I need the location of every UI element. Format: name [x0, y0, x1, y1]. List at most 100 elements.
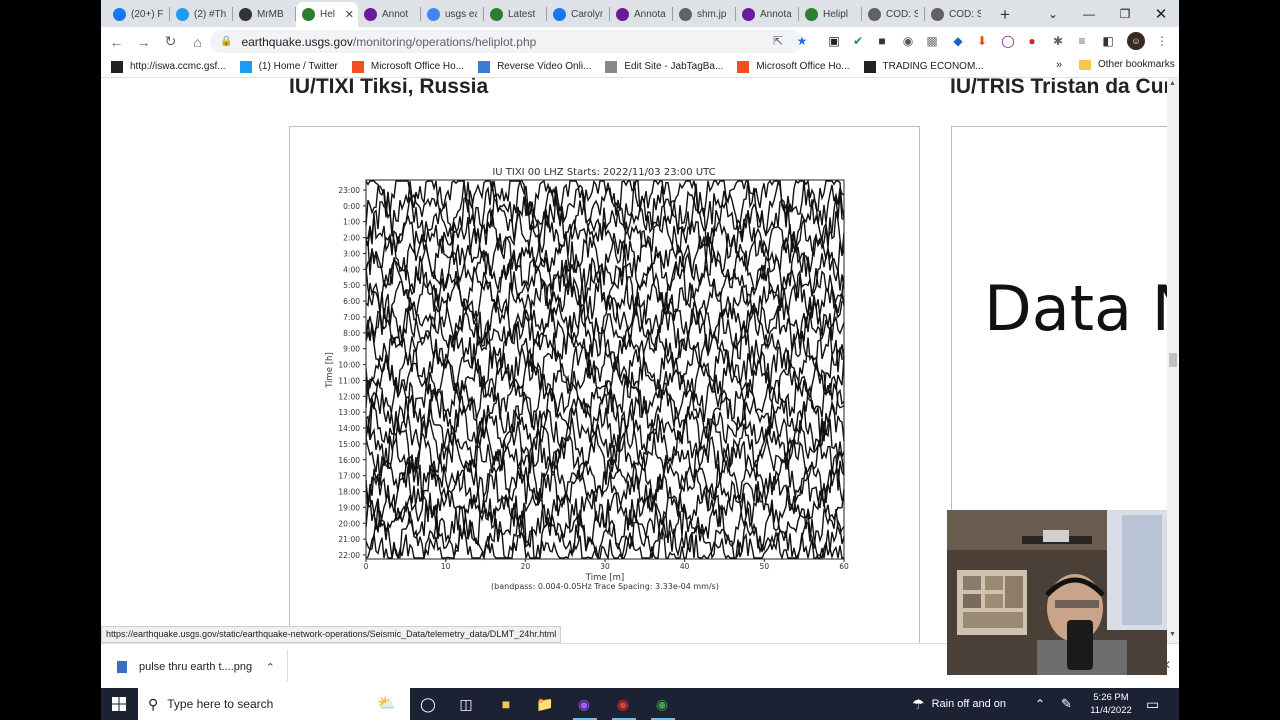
tab-3[interactable]: Hel ✕ — [296, 2, 358, 27]
bookmark-item[interactable]: Edit Site - JabTagBa... — [605, 60, 723, 73]
cortana-icon[interactable]: ◯ — [417, 693, 439, 715]
sticky-notes-icon[interactable]: ■ — [495, 693, 517, 715]
chrome-icon[interactable]: ◉ — [612, 693, 634, 715]
ext-blue-icon[interactable]: ◆ — [949, 32, 967, 50]
check-icon[interactable]: ✔ — [849, 32, 867, 50]
chrome-profile-icon[interactable]: ◉ — [651, 693, 673, 715]
tab-8[interactable]: Annota — [610, 2, 672, 27]
chart-title: IU TIXI 00 LHZ Starts: 2022/11/03 23:00 … — [492, 167, 715, 178]
download-ext-icon[interactable]: ⬇ — [973, 32, 991, 50]
bookmark-icon — [351, 60, 364, 73]
url-host: earthquake.usgs.gov — [241, 34, 353, 49]
tab-11[interactable]: Helipl — [799, 2, 861, 27]
seismic-traces — [365, 178, 845, 561]
bookmark-item[interactable]: (1) Home / Twitter — [239, 60, 338, 73]
download-item[interactable]: pulse thru earth t....png ⌃ — [111, 654, 287, 680]
close-tab-icon[interactable]: ✕ — [345, 8, 354, 21]
tab-13[interactable]: COD: S — [925, 2, 987, 27]
close-window-button[interactable]: ✕ — [1143, 0, 1179, 27]
y-tick-label: 0:00 — [343, 202, 360, 211]
clock-time: 5:26 PM — [1093, 692, 1129, 703]
bookmark-item[interactable]: Microsoft Office Ho... — [351, 60, 464, 73]
file-explorer-icon[interactable]: 📁 — [534, 693, 556, 715]
puzzle-icon[interactable]: ✱ — [1049, 32, 1067, 50]
bookmark-icon — [863, 60, 876, 73]
address-bar[interactable]: 🔒 earthquake.usgs.gov/monitoring/operati… — [210, 30, 802, 53]
bookmark-item[interactable]: TRADING ECONOM... — [863, 60, 984, 73]
rain-icon: ☂ — [912, 695, 925, 712]
start-button[interactable] — [101, 688, 137, 720]
bookmark-icon — [239, 60, 252, 73]
twitter-icon — [176, 8, 189, 21]
y-tick-label: 6:00 — [343, 297, 360, 306]
usgs-icon — [805, 8, 818, 21]
tab-6[interactable]: Latest — [484, 2, 546, 27]
tab-9[interactable]: shm.jp — [673, 2, 735, 27]
annotate-icon — [616, 8, 629, 21]
task-view-icon[interactable]: ◫ — [455, 693, 477, 715]
heliplot-tixi[interactable]: IU TIXI 00 LHZ Starts: 2022/11/03 23:00 … — [289, 126, 920, 643]
share-icon[interactable]: ⇱ — [769, 32, 787, 50]
y-tick-label: 18:00 — [338, 488, 360, 497]
pen-icon[interactable]: ✎ — [1061, 688, 1072, 720]
back-button[interactable]: ← — [104, 29, 129, 54]
taskbar-clock[interactable]: 5:26 PM 11/4/2022 — [1086, 691, 1136, 717]
menu-icon[interactable]: ⋮ — [1153, 32, 1171, 50]
tab-7[interactable]: Carolyn — [547, 2, 609, 27]
y-tick-label: 23:00 — [338, 186, 360, 195]
tab-label: Latest — [508, 9, 536, 20]
tab-12[interactable]: COD: S — [862, 2, 924, 27]
profile-avatar[interactable]: ☺ — [1127, 32, 1145, 50]
taskbar-search[interactable]: ⚲ Type here to search ⛅ — [138, 688, 410, 720]
bookmark-star-icon[interactable]: ★ — [793, 32, 811, 50]
usgs-icon — [302, 8, 315, 21]
tray-chevron-icon[interactable]: ⌃ — [1035, 688, 1045, 720]
side-panel-icon[interactable]: ◧ — [1099, 32, 1117, 50]
minimize-button[interactable]: — — [1071, 0, 1107, 27]
y-tick-label: 13:00 — [338, 408, 360, 417]
tab-10[interactable]: Annota — [736, 2, 798, 27]
tab-2[interactable]: MrMB — [233, 2, 295, 27]
bookmarks-overflow[interactable]: » — [1056, 59, 1062, 71]
record-icon[interactable]: ◉ — [899, 32, 917, 50]
y-tick-labels: 23:00 0:00 1:00 2:00 3:00 4:00 5:00 6:00 7:00 8:0… — [338, 186, 366, 560]
ext-red-icon[interactable]: ● — [1023, 32, 1041, 50]
other-bookmarks[interactable]: Other bookmarks — [1079, 59, 1175, 70]
reading-list-icon[interactable]: ≡ — [1073, 32, 1091, 50]
screenshot-icon[interactable]: ▩ — [923, 32, 941, 50]
restore-button[interactable]: ❐ — [1107, 0, 1143, 27]
reload-button[interactable]: ↻ — [158, 29, 183, 54]
bookmark-label: Microsoft Office Ho... — [756, 61, 850, 72]
vertical-scrollbar[interactable]: ▲ ▼ — [1167, 78, 1179, 643]
annotate-ext-icon[interactable]: ◯ — [999, 32, 1017, 50]
bookmark-item[interactable]: Microsoft Office Ho... — [737, 60, 850, 73]
search-icon: ⚲ — [148, 695, 159, 712]
facebook-ext-icon[interactable]: ■ — [873, 32, 891, 50]
tab-label: Helipl — [823, 9, 849, 20]
bookmark-item[interactable]: Reverse Video Onli... — [478, 60, 591, 73]
webcam-overlay — [947, 510, 1167, 675]
y-tick-label: 16:00 — [338, 456, 360, 465]
forward-button[interactable]: → — [131, 29, 156, 54]
app-icon[interactable]: ◉ — [573, 693, 595, 715]
y-tick-label: 10:00 — [338, 361, 360, 370]
tab-0[interactable]: (20+) F — [107, 2, 169, 27]
tab-4[interactable]: Annot — [358, 2, 420, 27]
tab-1[interactable]: (2) #Th — [170, 2, 232, 27]
weather-tray[interactable]: ☂ Rain off and on — [912, 688, 1006, 720]
y-tick-label: 12:00 — [338, 392, 360, 401]
scroll-up-icon[interactable]: ▲ — [1169, 80, 1176, 87]
x-tick-labels: 0 10 20 30 40 50 60 — [364, 559, 849, 571]
scrollbar-thumb[interactable] — [1169, 353, 1177, 367]
scroll-down-icon[interactable]: ▼ — [1169, 631, 1176, 638]
chevron-up-icon[interactable]: ⌃ — [266, 661, 275, 674]
tab-search-icon[interactable]: ⌄ — [1035, 0, 1071, 27]
extension-icon[interactable]: ▣ — [825, 32, 843, 50]
tab-label: COD: S — [949, 9, 981, 20]
tab-5[interactable]: usgs ea — [421, 2, 483, 27]
new-tab-button[interactable]: + — [993, 2, 1017, 27]
home-button[interactable]: ⌂ — [185, 29, 210, 54]
bookmark-item[interactable]: http://iswa.ccmc.gsf... — [111, 60, 226, 73]
notification-icon[interactable]: ▭ — [1146, 688, 1159, 720]
cod-icon — [931, 8, 944, 21]
